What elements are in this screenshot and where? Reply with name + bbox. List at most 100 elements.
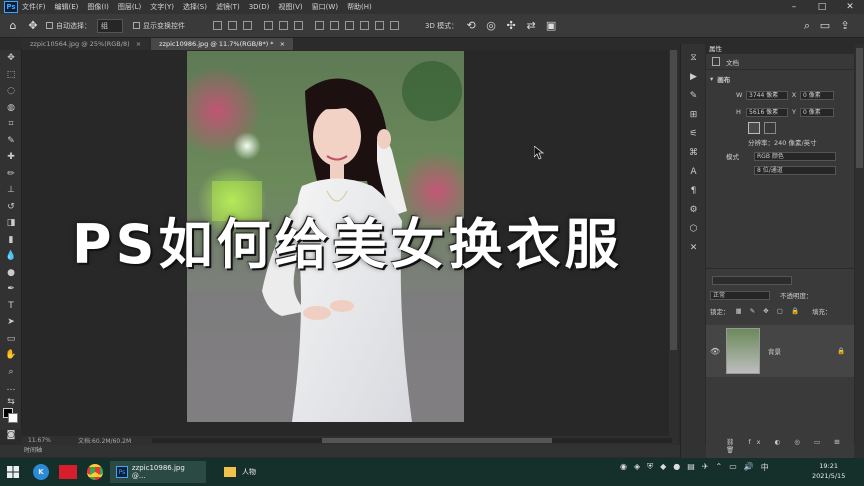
- home-icon[interactable]: ⌂: [6, 19, 20, 33]
- scrollbar-thumb[interactable]: [322, 438, 552, 443]
- menu-filter[interactable]: 滤镜(T): [216, 2, 240, 12]
- clone-source-icon[interactable]: ⊞: [681, 105, 706, 124]
- actions-icon[interactable]: ▶: [681, 67, 706, 86]
- menu-select[interactable]: 选择(S): [183, 2, 207, 12]
- mode-dropdown[interactable]: RGB 颜色: [754, 151, 836, 161]
- menu-image[interactable]: 图像(I): [87, 2, 109, 12]
- taskbar-folder[interactable]: 人物: [218, 461, 278, 483]
- 3d-icon[interactable]: ⬡: [681, 219, 706, 238]
- distribute-1-icon[interactable]: [315, 21, 324, 30]
- gradient-tool-icon[interactable]: ▮: [0, 232, 22, 249]
- pen-tool-icon[interactable]: ✒: [0, 281, 22, 298]
- properties-tab[interactable]: 属性: [706, 44, 854, 54]
- menu-3d[interactable]: 3D(D): [249, 3, 270, 11]
- align-center-icon[interactable]: [228, 21, 237, 30]
- menu-edit[interactable]: 编辑(E): [55, 2, 79, 12]
- hand-tool-icon[interactable]: ✋: [0, 347, 22, 364]
- glyphs-icon[interactable]: ⚙: [681, 200, 706, 219]
- show-transform-checkbox[interactable]: [133, 22, 140, 29]
- 3d-rotate-icon[interactable]: ⟲: [464, 19, 478, 33]
- bit-depth-dropdown[interactable]: 8 位/通道: [754, 165, 836, 175]
- app-k-icon[interactable]: K: [30, 461, 52, 483]
- height-field[interactable]: 5616 像素: [746, 107, 788, 117]
- orientation-landscape-icon[interactable]: [764, 122, 776, 134]
- stamp-tool-icon[interactable]: ⊥: [0, 182, 22, 199]
- marquee-tool-icon[interactable]: ⬚: [0, 67, 22, 84]
- minimize-icon[interactable]: –: [780, 0, 808, 14]
- workspace-icon[interactable]: ▭: [818, 19, 832, 33]
- distribute-6-icon[interactable]: [390, 21, 399, 30]
- maximize-icon[interactable]: □: [808, 0, 836, 14]
- eraser-tool-icon[interactable]: ◨: [0, 215, 22, 232]
- tray-expand-icon[interactable]: ⌃: [716, 462, 723, 473]
- layers-footer-icons[interactable]: ⛓ fx ◐ ◎ ▭ ⊞ 🗑: [726, 438, 854, 454]
- swap-colors-icon[interactable]: ⇆: [0, 397, 22, 407]
- scrollbar-thumb[interactable]: [856, 48, 863, 168]
- 3d-pan-icon[interactable]: ✣: [504, 19, 518, 33]
- layer-row-background[interactable]: 👁 背景 🔒: [706, 325, 854, 377]
- eyedropper-tool-icon[interactable]: ✎: [0, 133, 22, 150]
- input-method-icon[interactable]: 中: [761, 462, 769, 473]
- panel-scrollbar[interactable]: [855, 44, 864, 458]
- zoom-level[interactable]: 11.67%: [28, 437, 68, 444]
- quick-mask-icon[interactable]: ◙: [0, 427, 22, 444]
- history-brush-icon[interactable]: ↺: [0, 199, 22, 216]
- path-select-tool-icon[interactable]: ➤: [0, 314, 22, 331]
- close-icon[interactable]: ✕: [836, 0, 864, 14]
- align-right-icon[interactable]: [243, 21, 252, 30]
- align-bottom-icon[interactable]: [294, 21, 303, 30]
- shield-icon[interactable]: ⛨: [647, 462, 653, 473]
- quick-select-tool-icon[interactable]: ◍: [0, 100, 22, 117]
- close-icon[interactable]: ×: [136, 40, 141, 48]
- shape-tool-icon[interactable]: ▭: [0, 331, 22, 348]
- tray-icon-2[interactable]: ◈: [634, 462, 640, 473]
- adjustments-icon[interactable]: ⚟: [681, 124, 706, 143]
- history-icon[interactable]: ⧖: [681, 48, 706, 67]
- auto-select-checkbox[interactable]: [46, 22, 53, 29]
- align-middle-icon[interactable]: [279, 21, 288, 30]
- 3d-roll-icon[interactable]: ◎: [484, 19, 498, 33]
- brush-tool-icon[interactable]: ✏: [0, 166, 22, 183]
- dodge-tool-icon[interactable]: ●: [0, 265, 22, 282]
- tray-icon-7[interactable]: ✈: [702, 462, 709, 473]
- tray-icon-1[interactable]: ◉: [620, 462, 627, 473]
- canvas-horizontal-scrollbar[interactable]: [152, 438, 672, 443]
- align-left-icon[interactable]: [213, 21, 222, 30]
- canvas-vertical-scrollbar[interactable]: [669, 50, 678, 436]
- menu-help[interactable]: 帮助(H): [347, 2, 372, 12]
- lasso-tool-icon[interactable]: ◌: [0, 83, 22, 100]
- share-icon[interactable]: ⇪: [838, 19, 852, 33]
- distribute-5-icon[interactable]: [375, 21, 384, 30]
- brush-settings-icon[interactable]: ✎: [681, 86, 706, 105]
- zoom-tool-icon[interactable]: ⌕: [0, 364, 22, 381]
- clock[interactable]: 19:21 2021/5/15: [812, 461, 845, 481]
- character-icon[interactable]: A: [681, 162, 706, 181]
- tray-icon-5[interactable]: ●: [673, 462, 680, 473]
- tab-zzpic10986[interactable]: zzpic10986.jpg @ 11.7%(RGB/8*) * ×: [151, 38, 294, 50]
- start-button[interactable]: [0, 461, 26, 483]
- auto-select-dropdown[interactable]: 组: [97, 18, 123, 33]
- chrome-icon[interactable]: [84, 461, 106, 483]
- tray-icon-4[interactable]: ◆: [660, 462, 666, 473]
- color-swatches-icon[interactable]: [0, 407, 22, 427]
- tool-presets-icon[interactable]: ✕: [681, 238, 706, 257]
- search-icon[interactable]: ⌕: [800, 19, 814, 33]
- more-tools-icon[interactable]: …: [0, 380, 22, 397]
- move-tool-icon[interactable]: ✥: [0, 50, 22, 67]
- blur-tool-icon[interactable]: 💧: [0, 248, 22, 265]
- y-field[interactable]: 0 像素: [800, 107, 834, 117]
- tab-zzpic10564[interactable]: zzpic10564.jpg @ 25%(RGB/8) ×: [22, 38, 150, 50]
- x-field[interactable]: 0 像素: [800, 90, 834, 100]
- visibility-eye-icon[interactable]: 👁: [710, 347, 720, 356]
- align-top-icon[interactable]: [264, 21, 273, 30]
- lock-icons[interactable]: ▦ ✎ ✥ ▢ 🔒: [736, 307, 803, 315]
- type-tool-icon[interactable]: T: [0, 298, 22, 315]
- filter-icon[interactable]: [712, 275, 792, 285]
- menu-file[interactable]: 文件(F): [22, 2, 46, 12]
- display-icon[interactable]: ▭: [729, 462, 737, 473]
- orientation-portrait-icon[interactable]: [748, 122, 760, 134]
- volume-icon[interactable]: 🔊: [744, 462, 754, 473]
- 3d-scale-icon[interactable]: ▣: [544, 19, 558, 33]
- distribute-3-icon[interactable]: [345, 21, 354, 30]
- menu-type[interactable]: 文字(Y): [150, 2, 174, 12]
